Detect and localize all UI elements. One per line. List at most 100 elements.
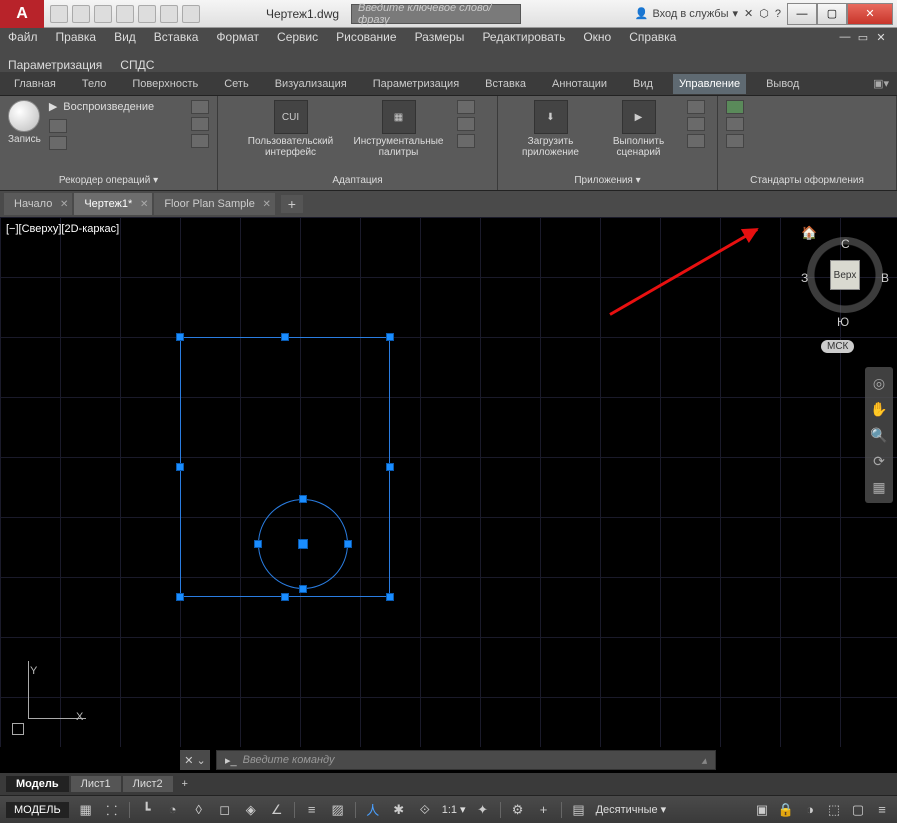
runscript-button[interactable]: ▶ Выполнить сценарий (599, 100, 679, 158)
viewcube[interactable]: 🏠 Верх С Ю З В МСК (799, 223, 891, 353)
tab-layout2[interactable]: Лист2 (123, 776, 173, 792)
a360-icon[interactable]: ⬡ (759, 7, 769, 20)
doc-minimize-button[interactable]: — (837, 30, 853, 44)
cmdline-expand-icon[interactable]: ▴ (701, 754, 707, 767)
close-icon[interactable]: ✕ (140, 199, 148, 210)
play-icon[interactable]: ▶ (49, 100, 57, 113)
viewcube-face[interactable]: Верх (830, 260, 860, 290)
menu-file[interactable]: Файл (8, 30, 38, 44)
tab-main[interactable]: Главная (8, 74, 62, 94)
circ-grip-n[interactable] (299, 495, 307, 503)
undo-icon[interactable] (160, 5, 178, 23)
dir-south[interactable]: Ю (837, 315, 849, 329)
signin-link[interactable]: 👤 Вход в службы▾ (635, 7, 738, 20)
maximize-button[interactable]: ▢ (817, 3, 847, 25)
hwaccel-icon[interactable]: ⬚ (825, 801, 843, 819)
polar-icon[interactable]: ◔ (164, 801, 182, 819)
tab-output[interactable]: Вывод (760, 74, 805, 94)
menu-modify[interactable]: Редактировать (482, 30, 565, 44)
loadapp-button[interactable]: ⬇ Загрузить приложение (511, 100, 591, 158)
customize-icon[interactable]: ≡ (873, 801, 891, 819)
menu-draw[interactable]: Рисование (336, 30, 396, 44)
filetab-floorplan[interactable]: Floor Plan Sample✕ (154, 193, 275, 215)
actrec-opt3[interactable] (191, 134, 209, 148)
gizmo-icon[interactable]: ✦ (474, 801, 492, 819)
menu-edit[interactable]: Правка (56, 30, 97, 44)
quickprops-icon[interactable]: ▣ (753, 801, 771, 819)
close-icon[interactable]: ✕ (262, 199, 270, 210)
grid-toggle-icon[interactable]: ▦ (77, 801, 95, 819)
tab-annot[interactable]: Аннотации (546, 74, 613, 94)
app-ico2[interactable] (687, 117, 705, 131)
new-icon[interactable] (50, 5, 68, 23)
menu-service[interactable]: Сервис (277, 30, 318, 44)
grip-tm[interactable] (281, 333, 289, 341)
close-button[interactable]: ✕ (847, 3, 893, 25)
menu-insert[interactable]: Вставка (154, 30, 199, 44)
menu-help[interactable]: Справка (629, 30, 676, 44)
grip-bm[interactable] (281, 593, 289, 601)
app-ico1[interactable] (687, 100, 705, 114)
palettes-button[interactable]: ▦ Инструментальные палитры (349, 100, 449, 158)
3dosnap-icon[interactable]: ◈ (242, 801, 260, 819)
std-check-icon[interactable] (726, 100, 744, 114)
lockui-icon[interactable]: 🔒 (777, 801, 795, 819)
isolate-icon[interactable]: ◑ (801, 801, 819, 819)
grip-tl[interactable] (176, 333, 184, 341)
pan-icon[interactable]: ✋ (869, 399, 889, 419)
circ-grip-s[interactable] (299, 585, 307, 593)
annovisibility-icon[interactable]: ✱ (390, 801, 408, 819)
tab-body[interactable]: Тело (76, 74, 113, 94)
menu-window[interactable]: Окно (583, 30, 611, 44)
tab-visual[interactable]: Визуализация (269, 74, 353, 94)
filetab-drawing1[interactable]: Чертеж1*✕ (74, 193, 152, 215)
tab-layout1[interactable]: Лист1 (71, 776, 121, 792)
ribbon-collapse-icon[interactable]: ▣▾ (873, 77, 889, 90)
menu-view[interactable]: Вид (114, 30, 136, 44)
cmdline-close-icon[interactable]: ✕ ⌄ (180, 750, 210, 770)
adapt-ico3[interactable] (457, 134, 475, 148)
exchange-icon[interactable]: ✕ (744, 7, 753, 20)
circ-grip-e[interactable] (344, 540, 352, 548)
actrec-ico1[interactable] (49, 119, 67, 133)
tab-view[interactable]: Вид (627, 74, 659, 94)
tab-insert[interactable]: Вставка (479, 74, 532, 94)
command-input[interactable]: ▸_ Введите команду ▴ (216, 750, 716, 770)
snap-toggle-icon[interactable]: ⸬ (103, 801, 121, 819)
fullnav-icon[interactable]: ◎ (869, 373, 889, 393)
grip-mr[interactable] (386, 463, 394, 471)
cleanscreen-icon[interactable]: ▢ (849, 801, 867, 819)
app-logo[interactable]: A (0, 0, 44, 28)
std-config-icon[interactable] (726, 117, 744, 131)
workspace-icon[interactable]: ⚙ (509, 801, 527, 819)
viewcube-home-icon[interactable]: 🏠 (801, 225, 817, 241)
adapt-ico1[interactable] (457, 100, 475, 114)
add-layout-button[interactable]: + (175, 778, 195, 790)
grip-ml[interactable] (176, 463, 184, 471)
tab-mesh[interactable]: Сеть (218, 74, 254, 94)
units-dropdown[interactable]: Десятичные ▾ (596, 803, 667, 816)
menu-spds[interactable]: СПДС (120, 58, 154, 72)
adapt-ico2[interactable] (457, 117, 475, 131)
transparency-icon[interactable]: ▨ (329, 801, 347, 819)
isodraft-icon[interactable]: ◊ (190, 801, 208, 819)
panel-apps-title[interactable]: Приложения ▾ (506, 173, 709, 188)
drawing-area[interactable]: [−][Сверху][2D-каркас] Y X 🏠 Верх С Ю З … (0, 217, 897, 747)
redo-icon[interactable] (182, 5, 200, 23)
dir-north[interactable]: С (841, 237, 850, 251)
menu-format[interactable]: Формат (216, 30, 259, 44)
lineweight-icon[interactable]: ≡ (303, 801, 321, 819)
newtab-button[interactable]: + (281, 195, 303, 213)
search-input[interactable]: Введите ключевое слово/фразу (351, 4, 521, 24)
orbit-icon[interactable]: ⟳ (869, 451, 889, 471)
app-ico3[interactable] (687, 134, 705, 148)
tab-model[interactable]: Модель (6, 776, 69, 792)
saveas-icon[interactable] (116, 5, 134, 23)
ortho-icon[interactable]: ┗ (138, 801, 156, 819)
grip-bl[interactable] (176, 593, 184, 601)
coordsys-badge[interactable]: МСК (821, 340, 854, 353)
close-icon[interactable]: ✕ (60, 199, 68, 210)
actrec-opt1[interactable] (191, 100, 209, 114)
record-icon[interactable] (8, 100, 40, 132)
help-icon[interactable]: ? (775, 8, 781, 20)
